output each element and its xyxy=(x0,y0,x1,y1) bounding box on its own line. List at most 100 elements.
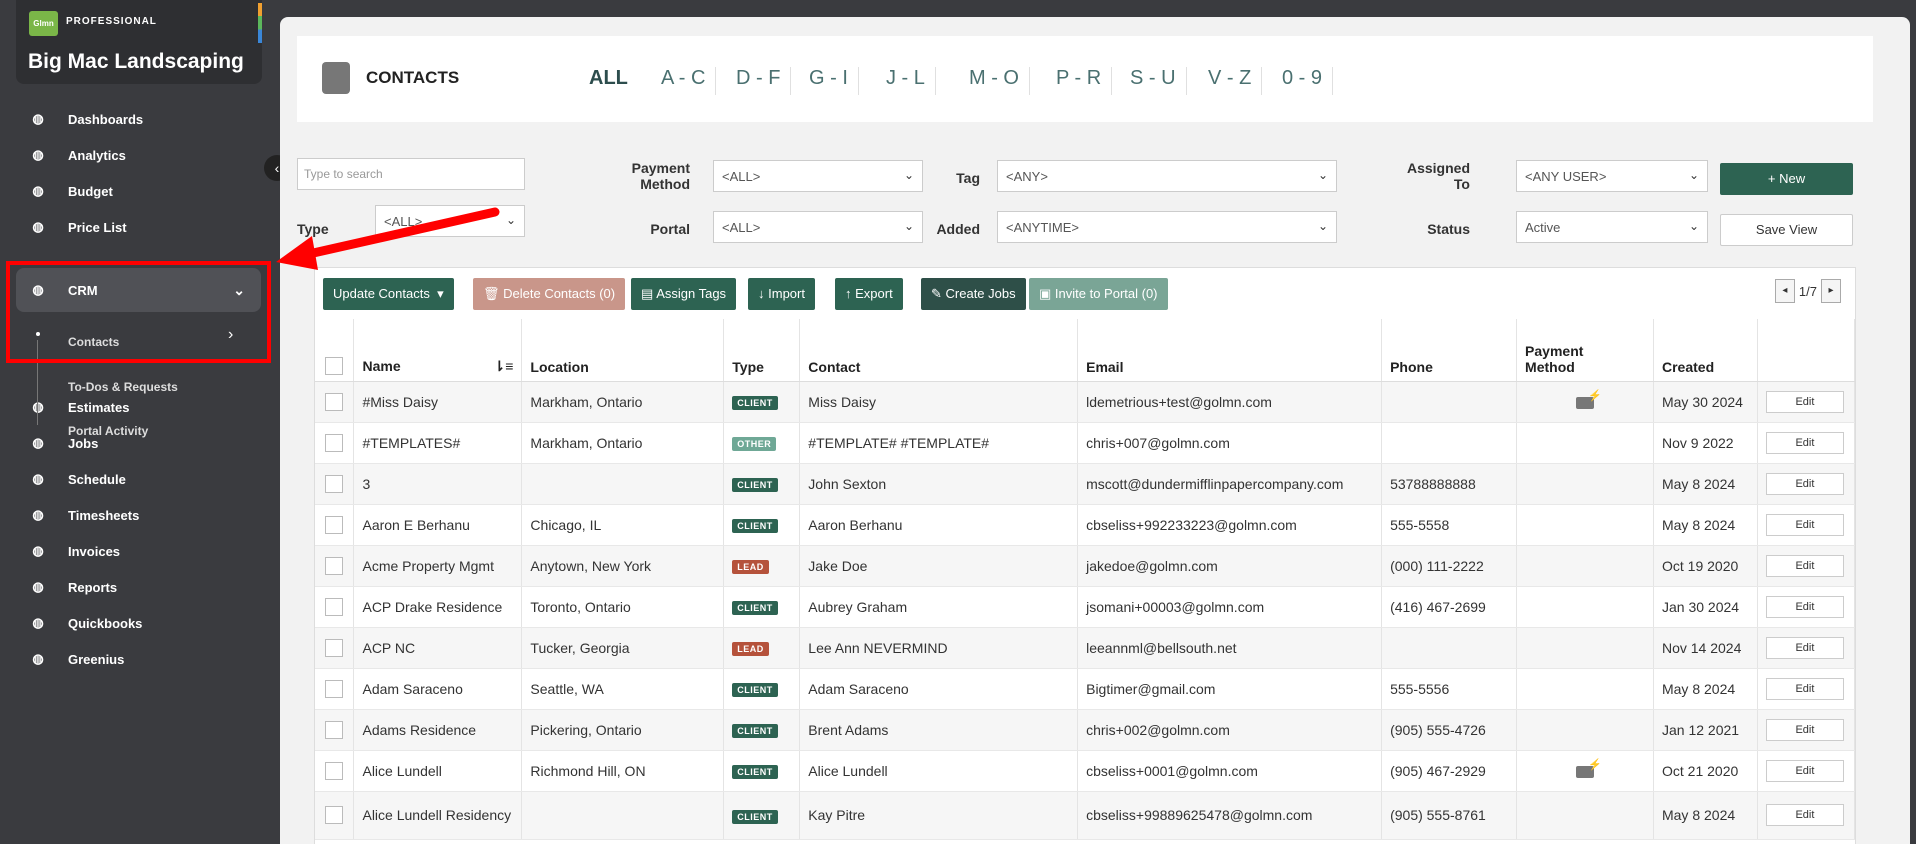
create-jobs-button[interactable]: ✎ Create Jobs xyxy=(921,278,1026,310)
row-checkbox[interactable] xyxy=(325,638,344,657)
table-row[interactable]: ACP NC Tucker, Georgia LEAD Lee Ann NEVERMI… xyxy=(315,627,1856,669)
cell-name[interactable]: 3 xyxy=(353,463,523,505)
table-row[interactable]: Acme Property Mgmt Anytown, New York LEAD J… xyxy=(315,545,1856,587)
nav-item-price-list[interactable]: ◍ Price List xyxy=(0,207,270,247)
nav-item-budget[interactable]: ◍ Budget xyxy=(0,171,270,211)
cell-location xyxy=(521,791,725,840)
table-row[interactable]: Alice Lundell Richmond Hill, ON CLIENT Alic… xyxy=(315,750,1856,792)
table-row[interactable]: ACP Drake Residence Toronto, Ontario CLIEN… xyxy=(315,586,1856,628)
cell-email: Bigtimer@gmail.com xyxy=(1077,668,1383,710)
crm-subitem-1[interactable]: To-Dos & Requests xyxy=(68,380,178,394)
added-select[interactable]: <ANYTIME> ⌄ xyxy=(997,211,1337,243)
row-checkbox[interactable] xyxy=(325,679,344,698)
nav-item-schedule[interactable]: ◍ Schedule xyxy=(0,459,270,499)
update-contacts-button[interactable]: Update Contacts ▾ xyxy=(323,278,454,310)
type-badge: CLIENT xyxy=(732,396,778,410)
row-checkbox[interactable] xyxy=(325,556,344,575)
delete-contacts-button[interactable]: 🗑 Delete Contacts (0) xyxy=(473,278,626,310)
cell-name[interactable]: ACP Drake Residence xyxy=(353,586,523,628)
nav-item-analytics[interactable]: ◍ Analytics xyxy=(0,135,270,175)
alpha-filter-3[interactable]: G - I xyxy=(799,67,859,95)
edit-button[interactable]: Edit xyxy=(1765,431,1844,454)
edit-button[interactable]: Edit xyxy=(1765,804,1844,826)
tag-select[interactable]: <ANY> ⌄ xyxy=(997,160,1337,192)
select-all-checkbox[interactable] xyxy=(325,356,344,375)
row-checkbox[interactable] xyxy=(325,433,344,452)
table-row[interactable]: Adams Residence Pickering, Ontario CLIENT B… xyxy=(315,709,1856,751)
cell-name[interactable]: Aaron E Berhanu xyxy=(353,504,523,546)
alpha-filter-1[interactable]: A - C xyxy=(651,67,717,95)
next-page-button[interactable]: ▸ xyxy=(1821,279,1841,303)
cell-name[interactable]: Adam Saraceno xyxy=(353,668,523,710)
edit-button[interactable]: Edit xyxy=(1765,554,1844,577)
prev-page-button[interactable]: ◂ xyxy=(1774,279,1795,303)
cell-name[interactable]: Alice Lundell xyxy=(353,750,523,792)
portal-select[interactable]: <ALL> ⌄ xyxy=(713,211,923,243)
sort-icon[interactable]: ⇂≡ xyxy=(494,358,514,375)
cell-contact: Brent Adams xyxy=(799,709,1079,751)
header-name[interactable]: Name ⇂≡ xyxy=(353,319,523,382)
table-row[interactable]: #Miss Daisy Markham, Ontario CLIENT Miss Da… xyxy=(315,381,1856,423)
nav-item-dashboards[interactable]: ◍ Dashboards xyxy=(0,99,270,139)
type-select[interactable]: <ALL> ⌄ xyxy=(375,205,525,237)
nav-item-timesheets[interactable]: ◍ Timesheets xyxy=(0,495,270,535)
row-checkbox[interactable] xyxy=(325,806,344,825)
edit-button[interactable]: Edit xyxy=(1765,513,1844,536)
cell-name[interactable]: Adams Residence xyxy=(353,709,523,751)
cell-phone: (416) 467-2699 xyxy=(1381,586,1518,628)
cell-name[interactable]: Alice Lundell Residency xyxy=(353,791,523,840)
alpha-filter-0[interactable]: ALL xyxy=(579,67,638,95)
edit-button[interactable]: Edit xyxy=(1765,718,1844,741)
table-row[interactable]: Adam Saraceno Seattle, WA CLIENT Adam Sarac… xyxy=(315,668,1856,710)
nav-item-invoices[interactable]: ◍ Invoices xyxy=(0,531,270,571)
payment-method-select[interactable]: <ALL> ⌄ xyxy=(713,160,923,192)
alpha-filter-9[interactable]: 0 - 9 xyxy=(1272,67,1334,95)
edit-button[interactable]: Edit xyxy=(1765,759,1844,782)
cell-created: May 8 2024 xyxy=(1653,463,1758,505)
cell-contact: John Sexton xyxy=(799,463,1079,505)
nav-item-quickbooks[interactable]: ◍ Quickbooks xyxy=(0,603,270,643)
status-select[interactable]: Active ⌄ xyxy=(1516,211,1708,243)
table-row[interactable]: #TEMPLATES# Markham, Ontario OTHER #TEMPLAT… xyxy=(315,422,1856,464)
row-checkbox[interactable] xyxy=(325,761,344,780)
search-input[interactable]: Type to search xyxy=(297,158,525,190)
row-checkbox[interactable] xyxy=(325,474,344,493)
row-checkbox[interactable] xyxy=(325,392,344,411)
edit-button[interactable]: Edit xyxy=(1765,472,1844,495)
assign-tags-button[interactable]: ▤ Assign Tags xyxy=(631,278,737,310)
edit-button[interactable]: Edit xyxy=(1765,636,1844,659)
cell-name[interactable]: ACP NC xyxy=(353,627,523,669)
alpha-filter-7[interactable]: S - U xyxy=(1120,67,1187,95)
table-row[interactable]: Aaron E Berhanu Chicago, IL CLIENT Aaron Be… xyxy=(315,504,1856,546)
table-row[interactable]: Alice Lundell Residency CLIENT Kay Pitre cb… xyxy=(315,791,1856,840)
edit-button[interactable]: Edit xyxy=(1765,595,1844,618)
save-view-button[interactable]: Save View xyxy=(1720,214,1853,246)
cell-created: May 8 2024 xyxy=(1653,668,1758,710)
cell-name[interactable]: #Miss Daisy xyxy=(353,381,523,423)
import-button[interactable]: ↓ Import xyxy=(748,278,815,310)
table-row[interactable]: 3 CLIENT John Sexton mscott@dundermifflinpa… xyxy=(315,463,1856,505)
row-checkbox[interactable] xyxy=(325,720,344,739)
nav-item-reports[interactable]: ◍ Reports xyxy=(0,567,270,607)
alpha-filter-2[interactable]: D - F xyxy=(726,67,792,95)
new-contact-button[interactable]: + New xyxy=(1720,163,1853,195)
export-button[interactable]: ↑ Export xyxy=(835,278,903,310)
cell-name[interactable]: #TEMPLATES# xyxy=(353,422,523,464)
crm-subitem-2[interactable]: Portal Activity xyxy=(68,424,148,438)
cell-name[interactable]: Acme Property Mgmt xyxy=(353,545,523,587)
type-badge: CLIENT xyxy=(732,683,778,697)
row-checkbox[interactable] xyxy=(325,515,344,534)
nav-item-greenius[interactable]: ◍ Greenius xyxy=(0,639,270,679)
assigned-to-select[interactable]: <ANY USER> ⌄ xyxy=(1516,160,1708,192)
row-checkbox[interactable] xyxy=(325,597,344,616)
alpha-filter-6[interactable]: P - R xyxy=(1046,67,1113,95)
edit-button[interactable]: Edit xyxy=(1765,390,1844,413)
invite-portal-button[interactable]: ▣ Invite to Portal (0) xyxy=(1029,278,1168,310)
cell-phone: (000) 111-2222 xyxy=(1381,545,1518,587)
nav-label: Budget xyxy=(68,183,113,199)
alpha-filter-5[interactable]: M - O xyxy=(959,67,1030,95)
edit-button[interactable]: Edit xyxy=(1765,677,1844,700)
brand-header[interactable]: Glmn PROFESSIONAL Big Mac Landscaping xyxy=(16,0,262,84)
alpha-filter-8[interactable]: V - Z xyxy=(1198,67,1263,95)
alpha-filter-4[interactable]: J - L xyxy=(876,67,936,95)
